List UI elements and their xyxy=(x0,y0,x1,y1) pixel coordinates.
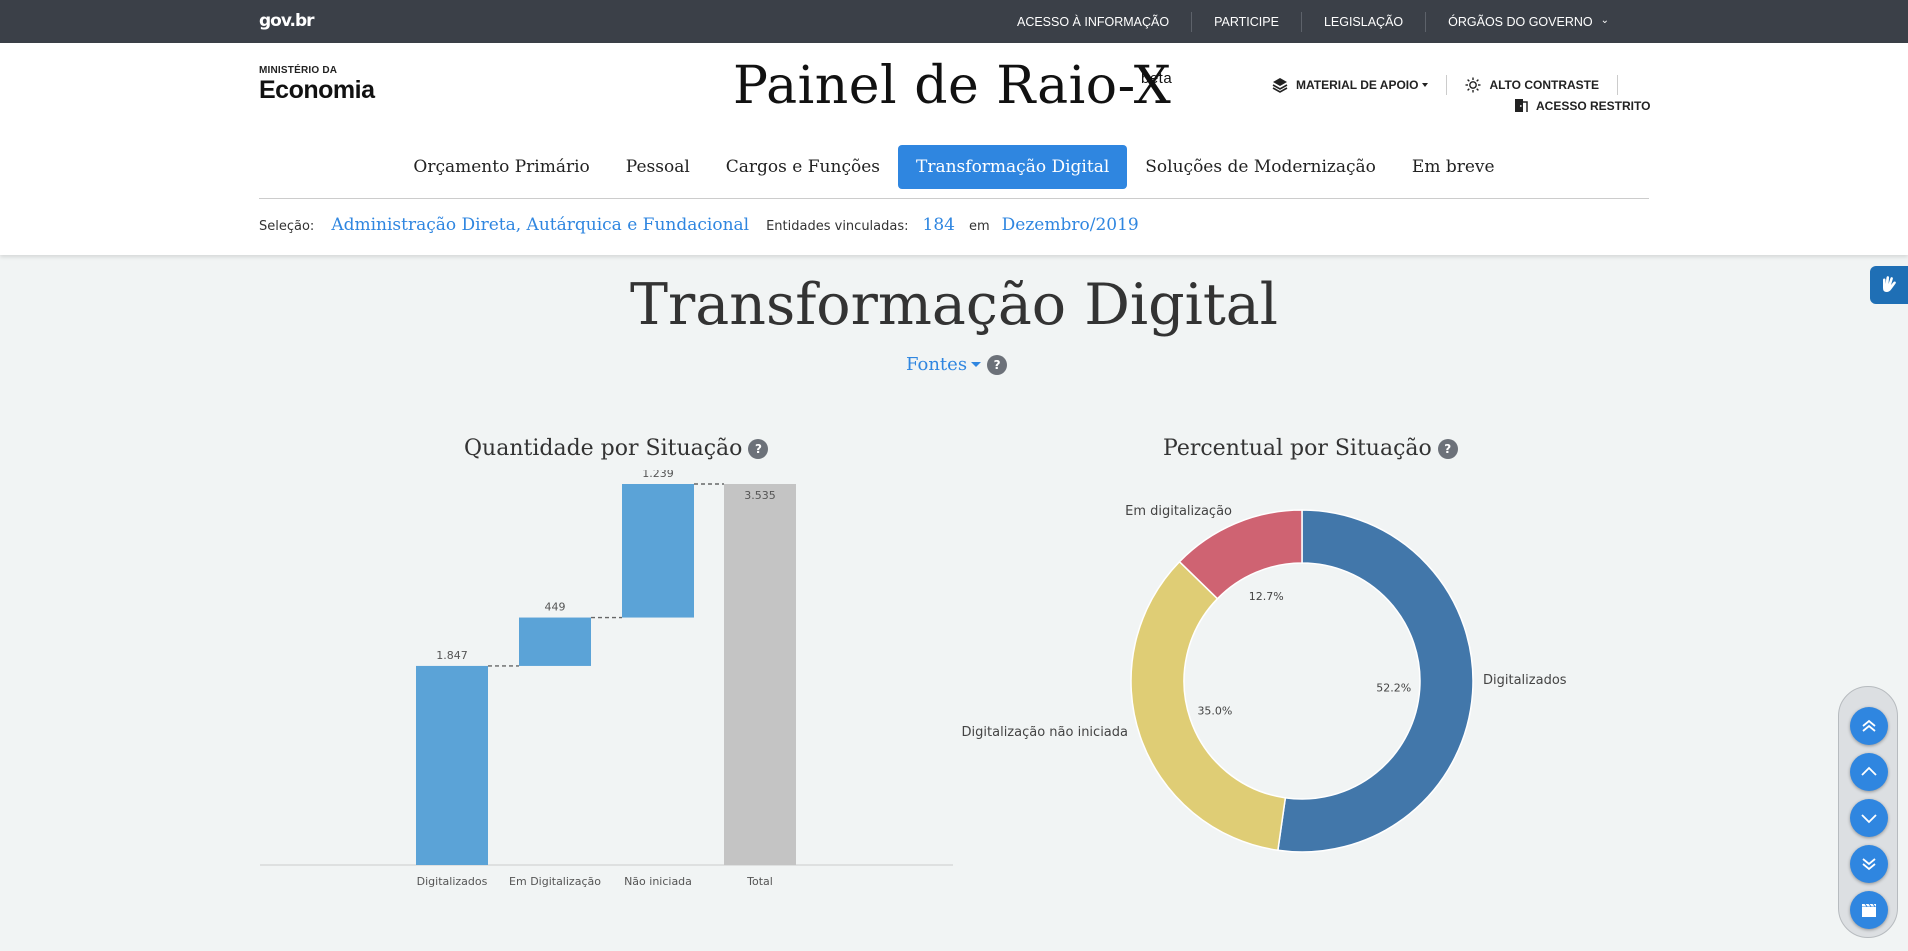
date-value[interactable]: Dezembro/2019 xyxy=(1002,215,1139,235)
chart-title-percentual: Percentual por Situação ? xyxy=(1163,436,1458,461)
link-participe[interactable]: PARTICIPE xyxy=(1191,11,1301,32)
chevron-up-icon xyxy=(1861,766,1877,776)
x-tick-label: Total xyxy=(746,875,773,888)
chevron-down-icon xyxy=(1861,814,1877,824)
site-header: MINISTÉRIO DA Economia Painel de Raio-X b… xyxy=(0,43,1908,255)
govbr-logo[interactable]: gov.br xyxy=(259,11,315,31)
ministry-name: Economia xyxy=(259,76,375,104)
bar xyxy=(416,665,488,865)
selection-bar: Seleção: Administração Direta, Autárquic… xyxy=(259,215,1139,235)
restricted-label: ACESSO RESTRITO xyxy=(1536,98,1651,113)
bar xyxy=(622,484,694,618)
brand-title: Painel de Raio-X beta xyxy=(733,56,1173,116)
gov-links: ACESSO À INFORMAÇÃO PARTICIPE LEGISLAÇÃO… xyxy=(995,0,1631,43)
divider xyxy=(1446,75,1448,95)
waterfall-chart: 1.847 Digitalizados 449 Em Digitalização 1.2… xyxy=(260,470,953,888)
entities-label: Entidades vinculadas: xyxy=(766,219,909,234)
link-orgaos-governo[interactable]: ÓRGÃOS DO GOVERNO ⌄ xyxy=(1425,11,1631,32)
tab-pessoal[interactable]: Pessoal xyxy=(608,145,708,189)
x-tick-label: Em Digitalização xyxy=(509,875,601,888)
slice-percent-label: 52.2% xyxy=(1376,682,1411,695)
hand-icon xyxy=(1883,276,1896,292)
link-legislacao[interactable]: LEGISLAÇÃO xyxy=(1300,11,1425,32)
data-label: 1.239 xyxy=(642,470,674,480)
bar xyxy=(724,484,796,865)
tab-cargos-funcoes[interactable]: Cargos e Funções xyxy=(708,145,898,189)
slice-percent-label: 12.7% xyxy=(1249,590,1284,603)
chevron-down-icon: ⌄ xyxy=(1600,14,1609,26)
double-chevron-up-icon xyxy=(1862,719,1876,732)
scroll-top-button[interactable] xyxy=(1850,707,1888,745)
slides-button[interactable] xyxy=(1850,891,1888,929)
brand-title-text: Painel de Raio-X xyxy=(733,56,1172,116)
material-apoio-dropdown[interactable]: MATERIAL DE APOIO xyxy=(1272,77,1429,93)
sun-icon xyxy=(1465,77,1481,93)
double-chevron-down-icon xyxy=(1862,858,1876,871)
slice-name-label: Digitalizados xyxy=(1483,673,1567,688)
tab-orcamento-primario[interactable]: Orçamento Primário xyxy=(395,145,607,189)
help-icon[interactable]: ? xyxy=(987,354,1008,375)
fontes-dropdown[interactable]: Fontes ? xyxy=(906,354,1008,375)
chart-title-text: Quantidade por Situação xyxy=(464,436,743,461)
ministry-small: MINISTÉRIO DA xyxy=(259,65,338,76)
layers-icon xyxy=(1272,77,1288,93)
help-icon[interactable]: ? xyxy=(748,438,769,459)
alto-contraste-toggle[interactable]: ALTO CONTRASTE xyxy=(1465,77,1599,93)
gov-topbar: gov.br ACESSO À INFORMAÇÃO PARTICIPE LEG… xyxy=(0,0,1908,43)
vlibras-sign-language-button[interactable] xyxy=(1870,266,1908,304)
data-label: 1.847 xyxy=(436,649,468,662)
scroll-bottom-button[interactable] xyxy=(1850,845,1888,883)
link-acesso-informacao[interactable]: ACESSO À INFORMAÇÃO xyxy=(995,12,1191,32)
caret-down-icon xyxy=(971,362,982,367)
selection-value[interactable]: Administração Direta, Autárquica e Funda… xyxy=(331,215,749,235)
fontes-label: Fontes xyxy=(906,354,968,375)
tab-solucoes-modernizacao[interactable]: Soluções de Modernização xyxy=(1127,145,1394,189)
tab-transformacao-digital[interactable]: Transformação Digital xyxy=(898,145,1128,189)
material-label: MATERIAL DE APOIO xyxy=(1296,78,1419,92)
chart-title-quantidade: Quantidade por Situação ? xyxy=(464,436,769,461)
data-label: 3.535 xyxy=(744,489,776,502)
orgaos-label: ÓRGÃOS DO GOVERNO xyxy=(1448,14,1593,29)
in-label: em xyxy=(968,219,990,234)
help-icon[interactable]: ? xyxy=(1437,438,1458,459)
scroll-down-button[interactable] xyxy=(1850,799,1888,837)
beta-badge: beta xyxy=(1141,70,1173,87)
tab-em-breve[interactable]: Em breve xyxy=(1394,145,1513,189)
donut-chart: 52.2% Digitalizados 35.0% Digitalização não… xyxy=(962,504,1567,853)
x-tick-label: Não iniciada xyxy=(624,875,692,888)
caret-down-icon xyxy=(1422,83,1429,87)
entities-value[interactable]: 184 xyxy=(923,215,955,235)
x-tick-label: Digitalizados xyxy=(417,875,488,888)
slice-percent-label: 35.0% xyxy=(1197,705,1232,718)
slice-name-label: Digitalização não iniciada xyxy=(962,725,1128,740)
slice-name-label: Em digitalização xyxy=(1125,504,1232,519)
main-nav: Orçamento Primário Pessoal Cargos e Funç… xyxy=(259,145,1649,199)
scroll-up-button[interactable] xyxy=(1850,753,1888,791)
page-title: Transformação Digital xyxy=(629,272,1278,338)
divider xyxy=(1617,75,1619,95)
data-label: 449 xyxy=(545,601,566,614)
acesso-restrito-link[interactable]: ACESSO RESTRITO xyxy=(1514,98,1650,113)
door-icon xyxy=(1514,98,1528,113)
clapperboard-icon xyxy=(1862,903,1876,917)
scroll-navigation xyxy=(1838,686,1898,938)
selection-label: Seleção: xyxy=(259,219,315,234)
contrast-label: ALTO CONTRASTE xyxy=(1489,78,1600,92)
header-tools: MATERIAL DE APOIO ALTO CONTRASTE xyxy=(1272,75,1636,95)
chart-title-text: Percentual por Situação xyxy=(1163,436,1432,461)
bar xyxy=(519,617,591,666)
ministry-logo[interactable]: MINISTÉRIO DA Economia xyxy=(259,65,375,105)
